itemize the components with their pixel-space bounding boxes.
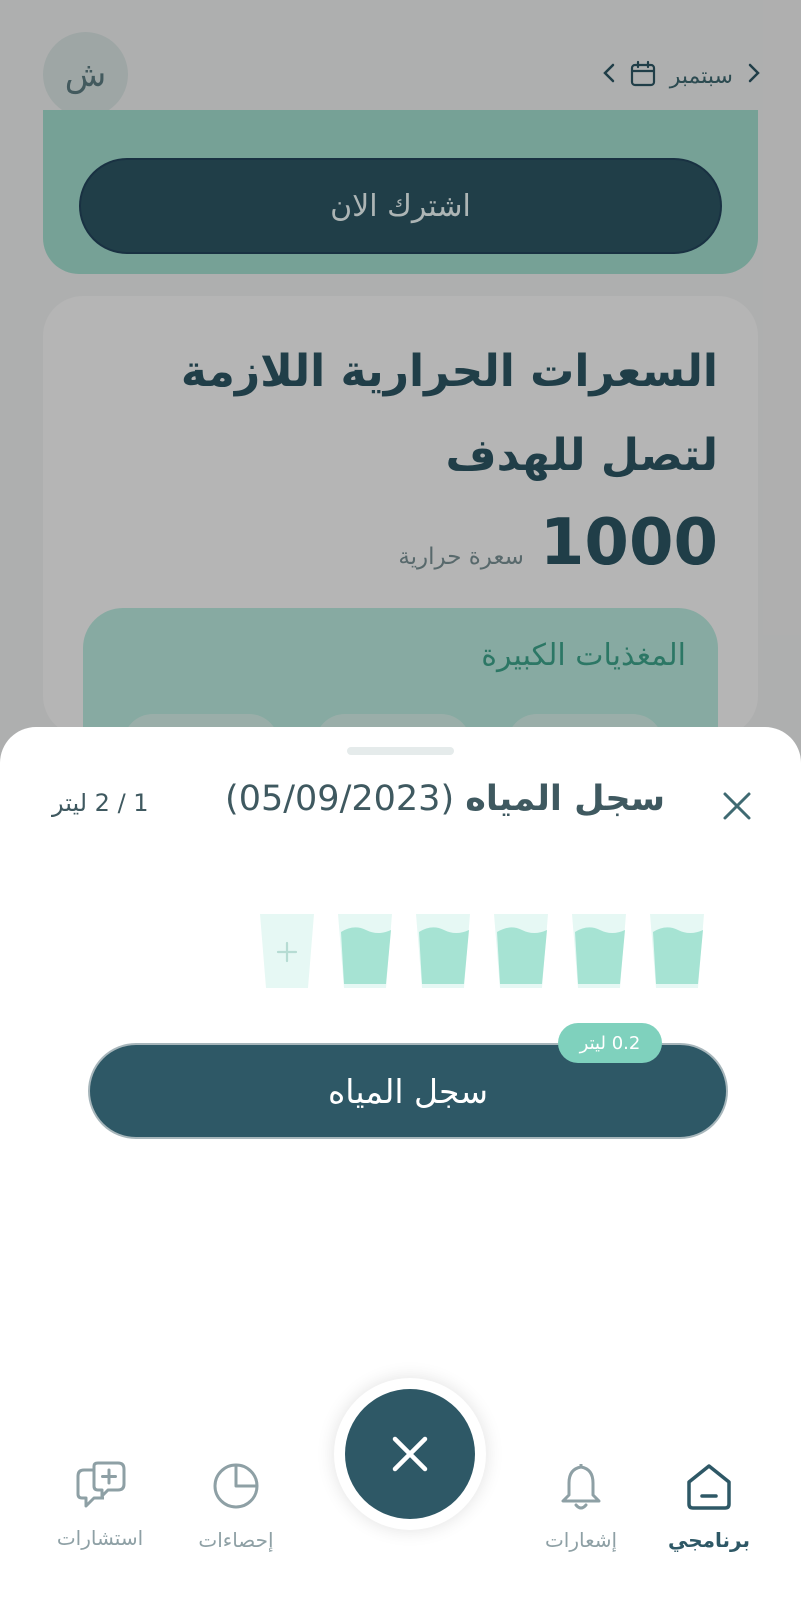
- sheet-date: (05/09/2023): [225, 779, 455, 819]
- water-glass-filled[interactable]: [570, 912, 628, 990]
- nav-item-my-program[interactable]: برنامجي: [654, 1460, 764, 1552]
- bottom-nav: برنامجي إشعارات إحصاءات استشارات: [0, 1378, 801, 1600]
- water-glass-filled[interactable]: [414, 912, 472, 990]
- close-icon: [392, 1436, 428, 1472]
- nav-item-statistics[interactable]: إحصاءات: [181, 1460, 291, 1552]
- water-glass-filled[interactable]: [336, 912, 394, 990]
- sheet-title: سجل المياه (05/09/2023): [225, 779, 665, 819]
- amount-badge: 0.2 ليتر: [558, 1023, 662, 1063]
- add-glass[interactable]: [258, 912, 316, 990]
- nav-item-notifications[interactable]: إشعارات: [526, 1460, 636, 1552]
- water-glasses: [258, 912, 708, 992]
- water-glass-filled[interactable]: [492, 912, 550, 990]
- nav-item-consultations[interactable]: استشارات: [45, 1460, 155, 1550]
- sheet-title-text: سجل المياه: [465, 779, 665, 819]
- water-progress: 1 / 2 ليتر: [52, 789, 149, 817]
- nav-label: إشعارات: [544, 1528, 618, 1552]
- fab-close-button[interactable]: [345, 1389, 475, 1519]
- close-icon[interactable]: [712, 781, 762, 831]
- nav-label: استشارات: [56, 1526, 144, 1550]
- nav-label: برنامجي: [667, 1528, 750, 1552]
- drag-handle[interactable]: [347, 747, 454, 755]
- home-icon: [687, 1464, 731, 1510]
- nav-label: إحصاءات: [198, 1528, 274, 1552]
- bell-icon: [561, 1464, 601, 1510]
- chat-plus-icon: [76, 1461, 126, 1508]
- water-glass-filled[interactable]: [648, 912, 706, 990]
- pie-chart-icon: [213, 1463, 259, 1509]
